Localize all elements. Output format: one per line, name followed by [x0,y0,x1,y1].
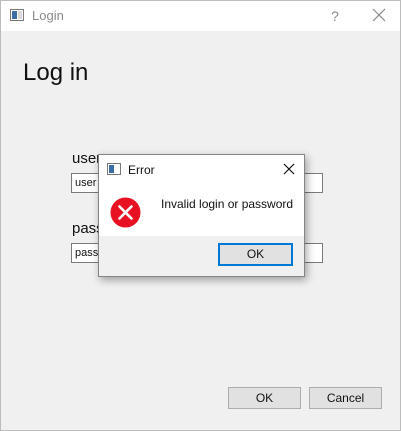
page-title: Log in [23,59,89,86]
help-button[interactable]: ? [323,5,347,27]
title-bar: Login ? [1,1,400,31]
cancel-button[interactable]: Cancel [309,387,382,409]
dialog-title: Error [128,163,155,177]
dialog-footer: OK [99,236,304,276]
dialog-ok-button[interactable]: OK [218,243,293,266]
close-button[interactable] [367,5,391,27]
dialog-close-button[interactable] [281,161,297,177]
ok-button[interactable]: OK [228,387,301,409]
error-icon [110,197,141,228]
dialog-window-icon [107,163,121,175]
app-window-icon [10,9,24,21]
dialog-body: Invalid login or password [99,184,304,236]
error-dialog: Error Invalid login or password OK [98,154,305,277]
close-icon [283,163,295,175]
dialog-title-bar: Error [99,155,304,184]
username-label: user [72,150,102,167]
error-message: Invalid login or password [161,197,294,211]
window-title: Login [32,8,64,23]
close-icon [372,8,386,22]
